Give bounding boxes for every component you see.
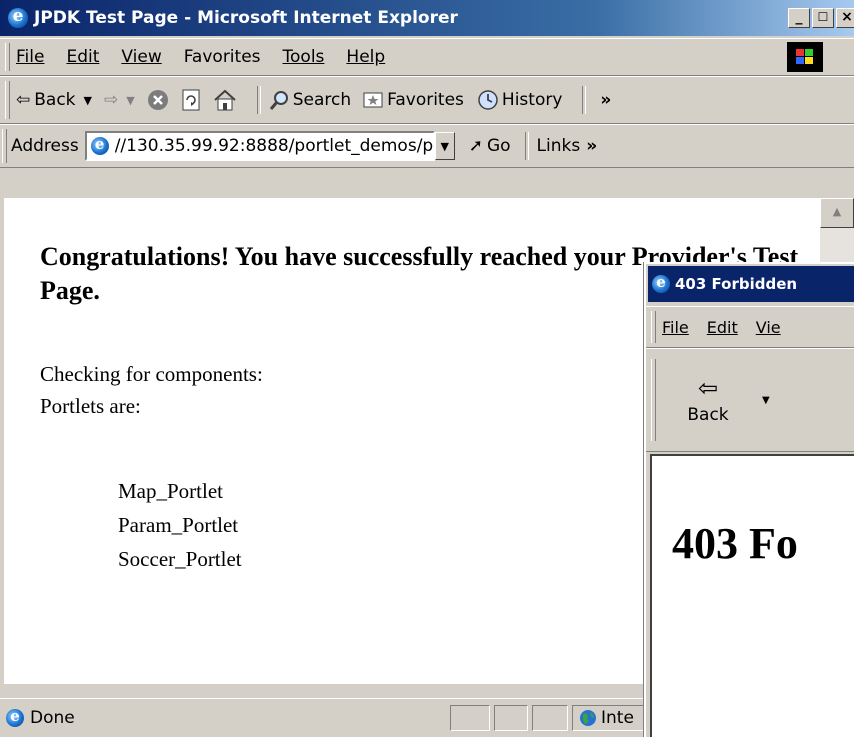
menu-view[interactable]: Vie [756,318,781,337]
address-dropdown-button[interactable]: ▼ [434,132,455,160]
status-pane [532,705,568,731]
status-text: Done [30,708,75,728]
portlet-list: Map_Portlet Param_Portlet Soccer_Portlet [118,474,242,576]
home-icon [214,89,236,111]
status-pane [494,705,528,731]
menu-edit[interactable]: Edit [707,318,738,337]
search-icon [269,91,288,110]
address-bar-grip[interactable] [2,129,7,163]
address-input[interactable]: //130.35.99.92:8888/portlet_demos/provid… [84,131,435,161]
links-chevron[interactable]: » [586,136,597,156]
forbidden-heading: 403 Fo [672,519,798,568]
forward-arrow-icon: ⇨ [104,90,119,110]
toolbar-grip[interactable] [651,359,656,441]
home-button[interactable] [213,89,237,111]
popup-menu-bar: File Edit Vie [646,306,854,348]
stop-icon [147,90,168,110]
links-button[interactable]: Links [537,136,581,156]
back-arrow-icon: ⇦ [16,90,31,110]
popup-page-content: 403 Fo [650,454,854,737]
address-label: Address [11,136,79,156]
portlets-label: Portlets are: [40,394,141,418]
popup-window-title: 403 Forbidden [675,275,798,293]
chevron-down-icon[interactable]: ▼ [126,94,134,107]
close-button[interactable]: × [836,8,854,28]
checking-components-text: Checking for components: [40,362,263,386]
toolbar-chevron[interactable]: » [600,90,611,110]
back-button[interactable]: ⇦ Back ▼ [16,90,92,110]
windows-logo-icon [787,42,823,72]
minimize-button[interactable]: _ [788,8,810,28]
address-value: //130.35.99.92:8888/portlet_demos/provid… [114,136,433,156]
popup-toolbar: ⇦ Back ▼ [646,348,854,452]
page-done-icon [6,707,24,727]
status-pane [450,705,490,731]
history-icon [478,90,498,110]
address-bar: Address //130.35.99.92:8888/portlet_demo… [0,124,854,168]
forward-button[interactable]: ⇨ ▼ [104,90,135,110]
menu-bar-grip[interactable] [5,43,10,71]
popup-title-bar[interactable]: 403 Forbidden [648,266,854,302]
forbidden-popup-window: 403 Forbidden File Edit Vie ⇦ Back ▼ 403… [644,262,854,737]
toolbar-separator [524,132,529,160]
menu-file[interactable]: File [16,47,44,67]
favorites-button[interactable]: Favorites [363,90,464,110]
history-button[interactable]: History [476,89,562,111]
list-item: Map_Portlet [118,479,223,503]
standard-toolbar: ⇦ Back ▼ ⇨ ▼ Search Favorites History » [0,76,854,124]
refresh-button[interactable] [181,89,201,111]
list-item: Soccer_Portlet [118,547,242,571]
refresh-icon [182,89,200,111]
back-arrow-icon: ⇦ [697,374,719,402]
go-arrow-icon: ➚ [468,136,483,156]
scroll-up-button[interactable]: ▲ [820,198,854,228]
list-item: Param_Portlet [118,513,239,537]
go-button[interactable]: ➚ Go [469,136,511,156]
menu-favorites[interactable]: Favorites [184,47,261,67]
menu-tools[interactable]: Tools [283,47,325,67]
globe-icon [580,710,596,726]
stop-button[interactable] [147,89,169,111]
chevron-down-icon[interactable]: ▼ [762,349,770,451]
search-button[interactable]: Search [269,89,351,111]
menu-bar-grip[interactable] [651,311,656,343]
toolbar-separator [582,86,587,114]
menu-view[interactable]: View [121,47,161,67]
toolbar-grip[interactable] [5,81,10,119]
favorites-icon [363,92,383,108]
maximize-button[interactable]: ☐ [812,8,834,28]
title-bar[interactable]: JPDK Test Page - Microsoft Internet Expl… [0,0,854,36]
chevron-down-icon[interactable]: ▼ [84,94,92,107]
page-icon [90,135,109,155]
ie-logo-icon [652,273,670,293]
toolbar-separator [256,86,261,114]
menu-edit[interactable]: Edit [66,47,99,67]
window-title: JPDK Test Page - Microsoft Internet Expl… [34,8,458,28]
back-button[interactable]: ⇦ Back [668,349,748,451]
menu-help[interactable]: Help [346,47,385,67]
ie-logo-icon [8,6,28,28]
menu-file[interactable]: File [662,318,689,337]
menu-bar: File Edit View Favorites Tools Help [0,38,854,76]
